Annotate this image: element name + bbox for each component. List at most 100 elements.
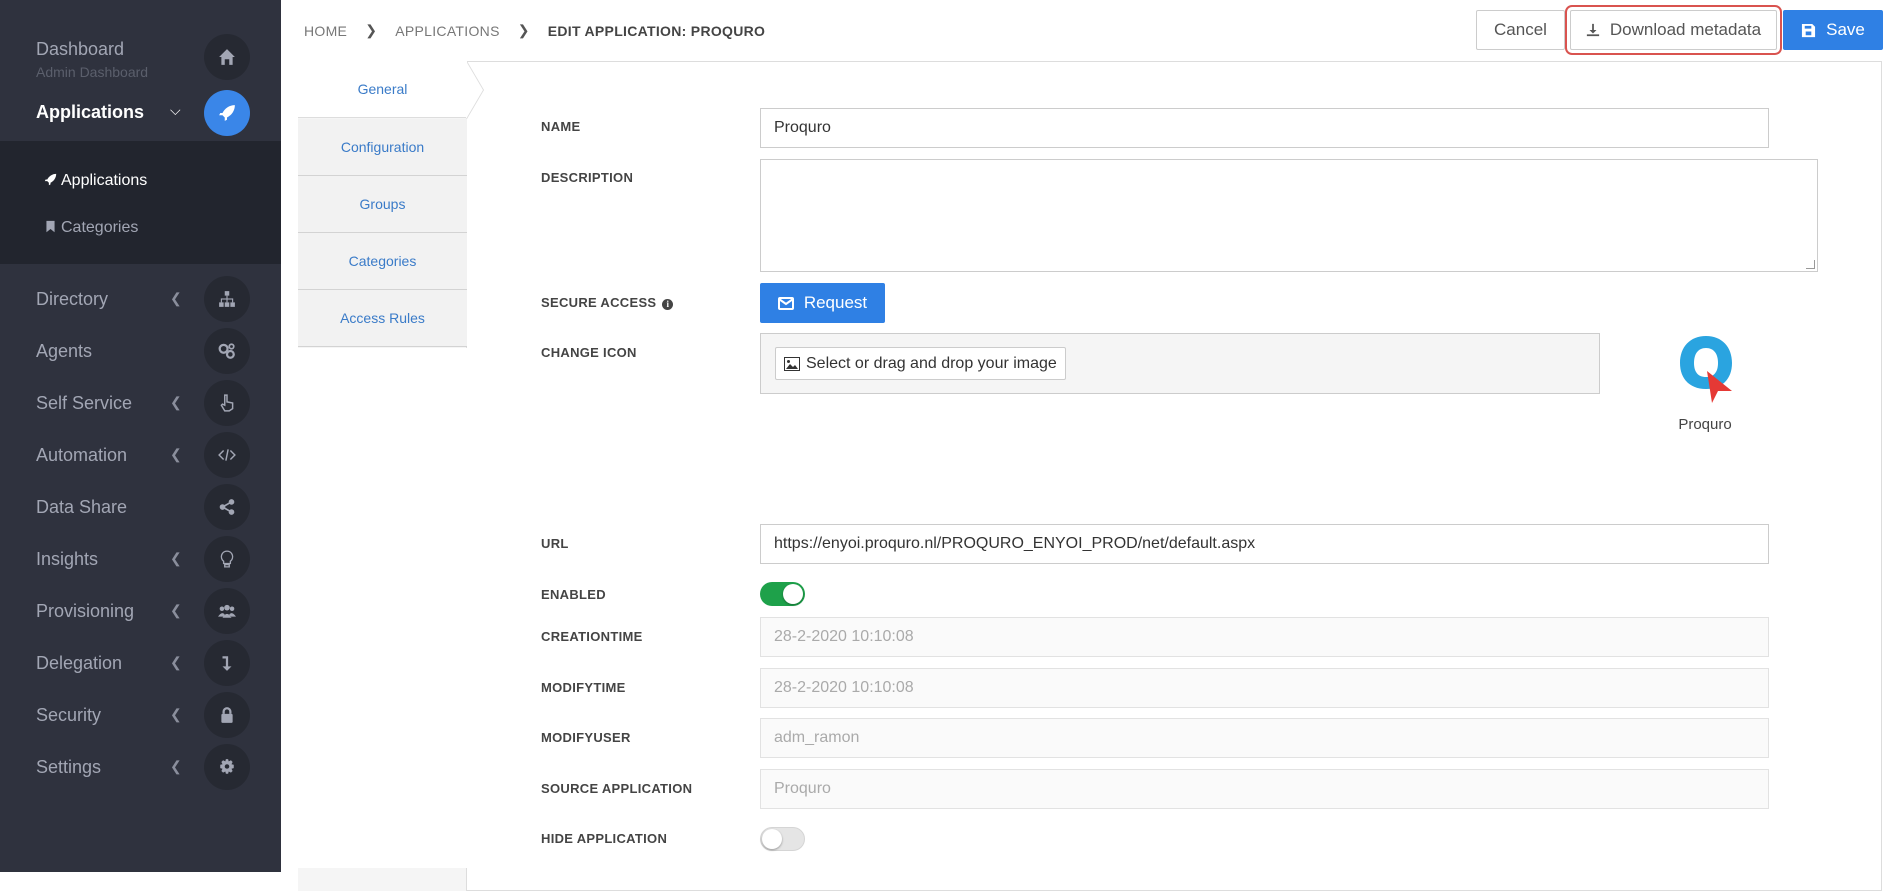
toggle-knob	[783, 584, 803, 604]
tab-label: Access Rules	[340, 310, 425, 326]
hide-application-toggle[interactable]	[760, 827, 805, 851]
breadcrumb-applications[interactable]: APPLICATIONS	[395, 23, 499, 39]
sidebar-item-label: Delegation	[36, 653, 123, 673]
sidebar-item-directory[interactable]: Directory ❮	[0, 273, 281, 325]
chevron-right-icon: ❯	[517, 22, 530, 38]
sidebar-item-label: Self Service	[36, 393, 133, 413]
chevron-left-icon: ❮	[170, 654, 182, 670]
url-input[interactable]: https://enyoi.proquro.nl/PROQURO_ENYOI_P…	[760, 524, 1769, 564]
name-input-value: Proquro	[774, 119, 831, 136]
enabled-toggle[interactable]	[760, 582, 805, 606]
sidebar-item-self-service[interactable]: Self Service ❮	[0, 377, 281, 429]
sidebar-item-label: Automation	[36, 445, 128, 465]
lightbulb-icon[interactable]	[204, 536, 250, 582]
description-label: DESCRIPTION	[541, 170, 634, 185]
app-icon-name: Proquro	[1678, 416, 1732, 433]
sidebar-item-delegation[interactable]: Delegation ❮	[0, 637, 281, 689]
sidebar-item-security[interactable]: Security ❮	[0, 689, 281, 741]
users-icon[interactable]	[204, 588, 250, 634]
chevron-right-icon: ❯	[365, 22, 378, 38]
icon-drop-zone[interactable]: Select or drag and drop your image	[760, 333, 1600, 394]
modifytime-label: MODIFYTIME	[541, 680, 626, 695]
tab-label: Groups	[359, 196, 406, 212]
info-icon[interactable]: i	[662, 299, 674, 310]
sidebar-item-label: Provisioning	[36, 601, 135, 621]
sidebar-item-agents[interactable]: Agents	[0, 325, 281, 377]
tab-label: General	[357, 81, 408, 97]
tab-groups[interactable]: Groups	[298, 176, 467, 233]
secure-access-label: SECURE ACCESS i	[541, 295, 674, 310]
description-textarea[interactable]	[760, 159, 1818, 272]
url-input-value: https://enyoi.proquro.nl/PROQURO_ENYOI_P…	[774, 535, 1256, 552]
sidebar-item-sublabel: Admin Dashboard	[36, 64, 149, 80]
modifyuser-value: adm_ramon	[774, 729, 860, 746]
sidebar: Dashboard Admin Dashboard Applications ⌵…	[0, 0, 281, 872]
chevron-left-icon: ❮	[170, 758, 182, 774]
sidebar-item-label: Directory	[36, 289, 109, 309]
envelope-icon	[777, 296, 794, 310]
sidebar-item-label: Insights	[36, 549, 99, 569]
name-input[interactable]: Proquro	[760, 108, 1769, 148]
sitemap-icon[interactable]	[204, 276, 250, 322]
chevron-left-icon: ❮	[170, 706, 182, 722]
creationtime-field: 28-2-2020 10:10:08	[760, 617, 1769, 657]
chevron-left-icon: ❮	[170, 602, 182, 618]
download-icon	[1586, 23, 1600, 37]
hand-pointer-icon[interactable]	[204, 380, 250, 426]
select-image-button[interactable]: Select or drag and drop your image	[775, 347, 1066, 380]
download-metadata-button[interactable]: Download metadata	[1565, 5, 1782, 55]
save-button-label: Save	[1826, 20, 1865, 39]
code-icon[interactable]	[204, 432, 250, 478]
source-application-label: SOURCE APPLICATION	[541, 781, 693, 796]
save-button[interactable]: Save	[1783, 10, 1883, 50]
sidebar-item-data-share[interactable]: Data Share	[0, 481, 281, 533]
tab-label: Configuration	[340, 139, 425, 155]
submenu-item-applications[interactable]: Applications	[44, 172, 147, 190]
chevron-left-icon: ❮	[170, 446, 182, 462]
rocket-icon	[44, 173, 57, 186]
tab-general[interactable]: General	[298, 61, 467, 118]
sidebar-item-label: Agents	[36, 341, 93, 361]
cancel-button[interactable]: Cancel	[1476, 10, 1565, 50]
sidebar-item-automation[interactable]: Automation ❮	[0, 429, 281, 481]
bookmark-icon	[46, 220, 55, 233]
tab-categories[interactable]: Categories	[298, 233, 467, 290]
chevron-left-icon: ❮	[170, 290, 182, 306]
name-label: NAME	[541, 119, 581, 134]
active-tab-arrow	[466, 61, 483, 119]
sidebar-item-label: Data Share	[36, 497, 128, 517]
submenu-item-categories[interactable]: Categories	[44, 219, 138, 237]
tab-configuration[interactable]: Configuration	[298, 119, 467, 176]
sidebar-item-dashboard[interactable]: Dashboard Admin Dashboard	[0, 30, 281, 82]
sidebar-item-settings[interactable]: Settings ❮	[0, 741, 281, 793]
cancel-button-label: Cancel	[1494, 20, 1547, 39]
breadcrumb-current: EDIT APPLICATION: PROQURO	[547, 22, 766, 39]
change-icon-label: CHANGE ICON	[541, 345, 637, 360]
sidebar-item-insights[interactable]: Insights ❮	[0, 533, 281, 585]
sidebar-item-label: Applications	[36, 102, 145, 122]
request-button[interactable]: Request	[760, 283, 885, 323]
modifytime-field: 28-2-2020 10:10:08	[760, 668, 1769, 708]
breadcrumb-home[interactable]: HOME	[304, 23, 347, 39]
creationtime-label: CREATIONTIME	[541, 629, 643, 644]
home-icon[interactable]	[204, 34, 250, 80]
level-down-icon[interactable]	[204, 640, 250, 686]
source-application-value: Proquro	[774, 780, 831, 797]
source-application-field: Proquro	[760, 769, 1769, 809]
sidebar-item-provisioning[interactable]: Provisioning ❮	[0, 585, 281, 637]
lock-icon[interactable]	[204, 692, 250, 738]
rocket-icon[interactable]	[204, 90, 250, 136]
cogs-icon[interactable]	[204, 328, 250, 374]
toggle-knob	[762, 829, 782, 849]
secure-access-label-text: SECURE ACCESS	[541, 295, 657, 310]
chevron-down-icon: ⌵	[170, 102, 181, 118]
resize-handle[interactable]	[1806, 260, 1815, 269]
sidebar-item-applications[interactable]: Applications ⌵	[0, 88, 281, 140]
save-icon	[1802, 23, 1816, 37]
tab-access-rules[interactable]: Access Rules	[298, 290, 467, 347]
hide-application-label: HIDE APPLICATION	[541, 831, 668, 846]
share-icon[interactable]	[204, 484, 250, 530]
creationtime-value: 28-2-2020 10:10:08	[774, 628, 914, 645]
sidebar-item-label: Settings	[36, 757, 102, 777]
gear-icon[interactable]	[204, 744, 250, 790]
